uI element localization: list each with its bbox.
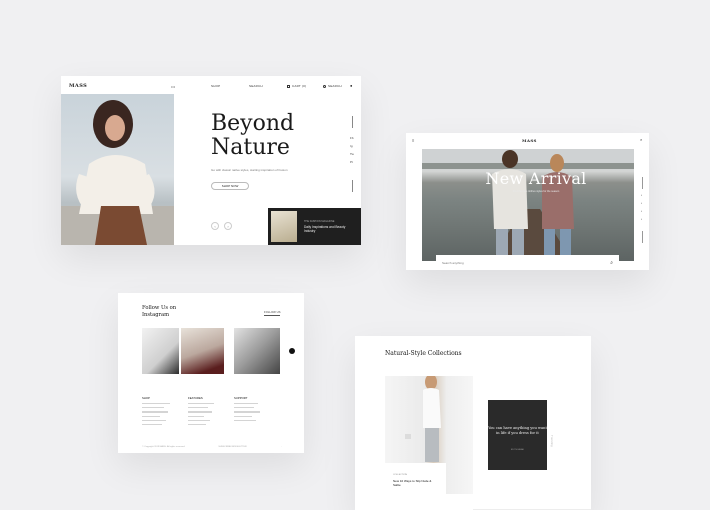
footer-link[interactable] [142, 403, 170, 405]
footer-link[interactable] [142, 423, 162, 426]
footer-link[interactable] [188, 411, 212, 413]
footer-column-title: SHOP [142, 396, 150, 400]
facebook-icon[interactable]: Fb [350, 136, 354, 140]
promo-title: Daily Inspirations and Beauty Industry [304, 225, 346, 233]
footer-link[interactable] [234, 411, 260, 413]
hero-subtext: Go with classic native styles, starting … [211, 168, 288, 172]
caption-title[interactable]: New 10 Ways to Slip Nude & Sable [393, 479, 433, 487]
woman-illustration [61, 100, 174, 245]
instagram-footer-card: Follow Us on Instagram FOLLOW US SHOP FE… [118, 293, 304, 453]
footer-column-support: SUPPORT [234, 396, 270, 424]
rail-line-top [352, 116, 353, 128]
hero-pier-image [422, 149, 634, 261]
instagram-icon[interactable]: Ig [350, 144, 353, 148]
search-input[interactable]: Search anything [442, 261, 464, 265]
footer-bar: © Copyright 2019 MASS. All rights reserv… [142, 446, 282, 448]
rail-dot[interactable]: • [641, 217, 642, 221]
footer-link[interactable] [234, 403, 258, 405]
headline-line-2: Nature [211, 135, 290, 160]
hero-subtitle: Find the new clothes styles for the seas… [512, 190, 560, 193]
rail-dot[interactable]: • [641, 209, 642, 213]
cart-label: CART (0) [292, 84, 307, 88]
collections-card: Natural-Style Collections COLLECTION New… [355, 336, 591, 510]
instagram-photo[interactable] [234, 328, 280, 374]
footer-column-shop: SHOP [142, 396, 178, 428]
pinterest-icon[interactable]: Pt [350, 160, 353, 164]
search-icon[interactable]: ⌕ [610, 260, 613, 266]
twitter-icon[interactable]: Tw [350, 152, 354, 156]
nav-dots[interactable]: ••• [171, 84, 175, 89]
next-arrow-icon[interactable]: › [224, 222, 232, 230]
footer-link[interactable] [188, 419, 210, 421]
follow-us-link[interactable]: FOLLOW US [264, 310, 280, 315]
rail-line-bottom [352, 180, 353, 192]
collections-title: Natural-Style Collections [385, 350, 462, 357]
instagram-photo[interactable] [142, 328, 179, 374]
close-icon[interactable]: × [640, 137, 642, 142]
footer-column-title: SUPPORT [234, 396, 248, 400]
nav-item-search[interactable]: SEARCH [249, 84, 263, 88]
promo-image [271, 211, 297, 242]
menu-icon[interactable]: ≡ [412, 138, 414, 143]
footer-link[interactable] [142, 419, 166, 421]
copyright-text: © Copyright 2019 MASS. All rights reserv… [142, 446, 186, 448]
quote-author: EDITH HEAD [510, 449, 525, 451]
rail-dot[interactable]: • [641, 201, 642, 205]
footer-link[interactable] [188, 415, 204, 417]
hero-title: New Arrival [485, 169, 587, 188]
footer-link[interactable] [142, 411, 168, 413]
search-icon [323, 84, 326, 88]
shop-now-button[interactable]: SHOP NOW [211, 182, 249, 190]
footer-link[interactable] [188, 403, 214, 405]
brand-logo[interactable]: MASS [522, 138, 537, 143]
nav-item-search-alt[interactable]: SEARCH [323, 84, 342, 88]
footer-link[interactable] [234, 407, 254, 409]
search-bar[interactable]: Search anything ⌕ [436, 255, 619, 270]
promo-label: THE FASHION MAGAZINE [304, 220, 335, 223]
quote-text: You can have anything you want in life i… [488, 426, 547, 435]
footer-column-features: FEATURES [188, 396, 224, 428]
search-label: SEARCH [328, 84, 342, 88]
hero-page-card: MASS ••• SHOP SEARCH CART (0) SEARCH ● B… [61, 76, 361, 245]
headline-line-1: Beyond [211, 111, 295, 136]
footer-link[interactable] [142, 407, 164, 409]
instagram-heading: Follow Us on Instagram [142, 305, 176, 319]
brand-logo[interactable]: MASS [69, 83, 87, 89]
user-icon[interactable]: ● [350, 83, 352, 88]
rail-line-top [642, 177, 643, 189]
footer-link[interactable] [188, 407, 208, 409]
vertical-label: Trending [550, 435, 554, 447]
footer-link[interactable] [188, 423, 206, 426]
rail-line-bottom [642, 231, 643, 243]
promo-card[interactable]: THE FASHION MAGAZINE Daily Inspirations … [268, 208, 361, 245]
nav-item-cart[interactable]: CART (0) [287, 84, 306, 88]
footer-link[interactable] [234, 419, 256, 421]
footer-link[interactable] [234, 415, 252, 417]
pier-scene-illustration [422, 149, 634, 261]
carousel-next-dot[interactable] [289, 348, 295, 354]
heading-line-1: Follow Us on [142, 305, 177, 311]
quote-card: You can have anything you want in life i… [488, 400, 547, 470]
footer-link[interactable] [142, 415, 160, 417]
new-arrival-card: ≡ MASS × New Arrival Find the new clothe… [406, 133, 649, 270]
rail-dot[interactable]: • [641, 193, 642, 197]
footer-column-title: FEATURES [188, 396, 203, 400]
slider-arrows: ‹ › [211, 222, 232, 230]
caption-label: COLLECTION [393, 474, 407, 476]
nav-item-shop[interactable]: SHOP [211, 84, 220, 88]
prev-arrow-icon[interactable]: ‹ [211, 222, 219, 230]
hero-headline: Beyond Nature [211, 112, 294, 160]
instagram-photo[interactable] [181, 328, 224, 374]
newsletter-link[interactable]: SUBSCRIBE NEWSLETTER [218, 446, 246, 448]
cart-icon [287, 84, 290, 88]
hero-model-image [61, 94, 174, 245]
heading-line-2: Instagram [142, 312, 170, 318]
arrow-right-icon[interactable]: → [280, 446, 282, 448]
